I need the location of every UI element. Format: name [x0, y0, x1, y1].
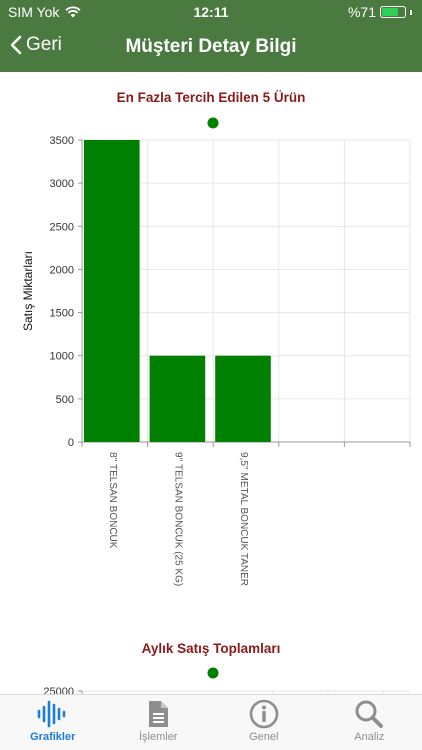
- tab-label-islemler: İşlemler: [138, 731, 178, 743]
- chart-title-top-products: En Fazla Tercih Edilen 5 Ürün: [116, 90, 306, 105]
- y-tick-label: 0: [68, 437, 74, 449]
- x-category-label: 9,5'' METAL BONCUK TANER: [238, 452, 249, 586]
- status-right: %71: [348, 4, 412, 20]
- document-icon: [149, 701, 169, 727]
- battery-icon: [380, 6, 406, 18]
- bar: [215, 355, 271, 442]
- y-tick-label: 25000: [43, 686, 74, 694]
- page-title: Müşteri Detay Bilgi: [125, 36, 297, 57]
- info-icon: [249, 699, 279, 729]
- tab-bar: Grafikler İşlemler Genel Analiz: [0, 694, 422, 750]
- y-tick-label: 500: [56, 394, 74, 406]
- bar: [84, 140, 140, 442]
- tab-label-grafikler: Grafikler: [30, 731, 76, 743]
- x-category-label: 8'' TELSAN BONCUK: [107, 452, 118, 549]
- chart-scroll-area[interactable]: En Fazla Tercih Edilen 5 Ürün 0 500 1000 15…: [0, 72, 422, 694]
- y-tick-label: 2000: [50, 264, 74, 276]
- bar: [149, 355, 206, 442]
- nav-bar: Geri Müşteri Detay Bilgi: [0, 28, 422, 68]
- legend-dot: [207, 667, 219, 679]
- y-axis-label: Satış Miktarları: [21, 251, 35, 331]
- search-icon: [355, 700, 384, 728]
- tab-genel[interactable]: Genel: [211, 695, 317, 750]
- battery-fill: [382, 8, 398, 16]
- y-tick-label: 2500: [50, 221, 74, 233]
- app-header: SIM Yok 12:11 %71 Geri Müşteri Detay Bil…: [0, 0, 422, 72]
- monthly-sales-chart: 25000: [43, 667, 410, 694]
- y-tick-label: 3000: [50, 178, 74, 190]
- y-tick-label: 1000: [50, 351, 74, 363]
- top-products-chart: 0 500 1000 1500 2000 2500 3000 3500 8'' TELSAN B…: [21, 117, 411, 586]
- tab-islemler[interactable]: İşlemler: [106, 695, 212, 750]
- battery-cap: [410, 9, 412, 15]
- chart-title-monthly-sales: Aylık Satış Toplamları: [141, 641, 281, 656]
- tab-grafikler[interactable]: Grafikler: [0, 695, 106, 750]
- tab-label-analiz: Analiz: [354, 731, 385, 743]
- y-tick-label: 1500: [50, 308, 74, 320]
- x-category-label: 9'' TELSAN BONCUK (25 KG): [172, 452, 183, 586]
- status-bar: SIM Yok 12:11 %71: [0, 0, 422, 24]
- y-tick-label: 3500: [50, 135, 74, 147]
- tab-analiz[interactable]: Analiz: [317, 695, 422, 750]
- tab-label-genel: Genel: [249, 731, 279, 743]
- waveform-icon: [37, 700, 66, 728]
- battery-percent: %71: [347, 4, 376, 20]
- legend-dot: [207, 117, 219, 129]
